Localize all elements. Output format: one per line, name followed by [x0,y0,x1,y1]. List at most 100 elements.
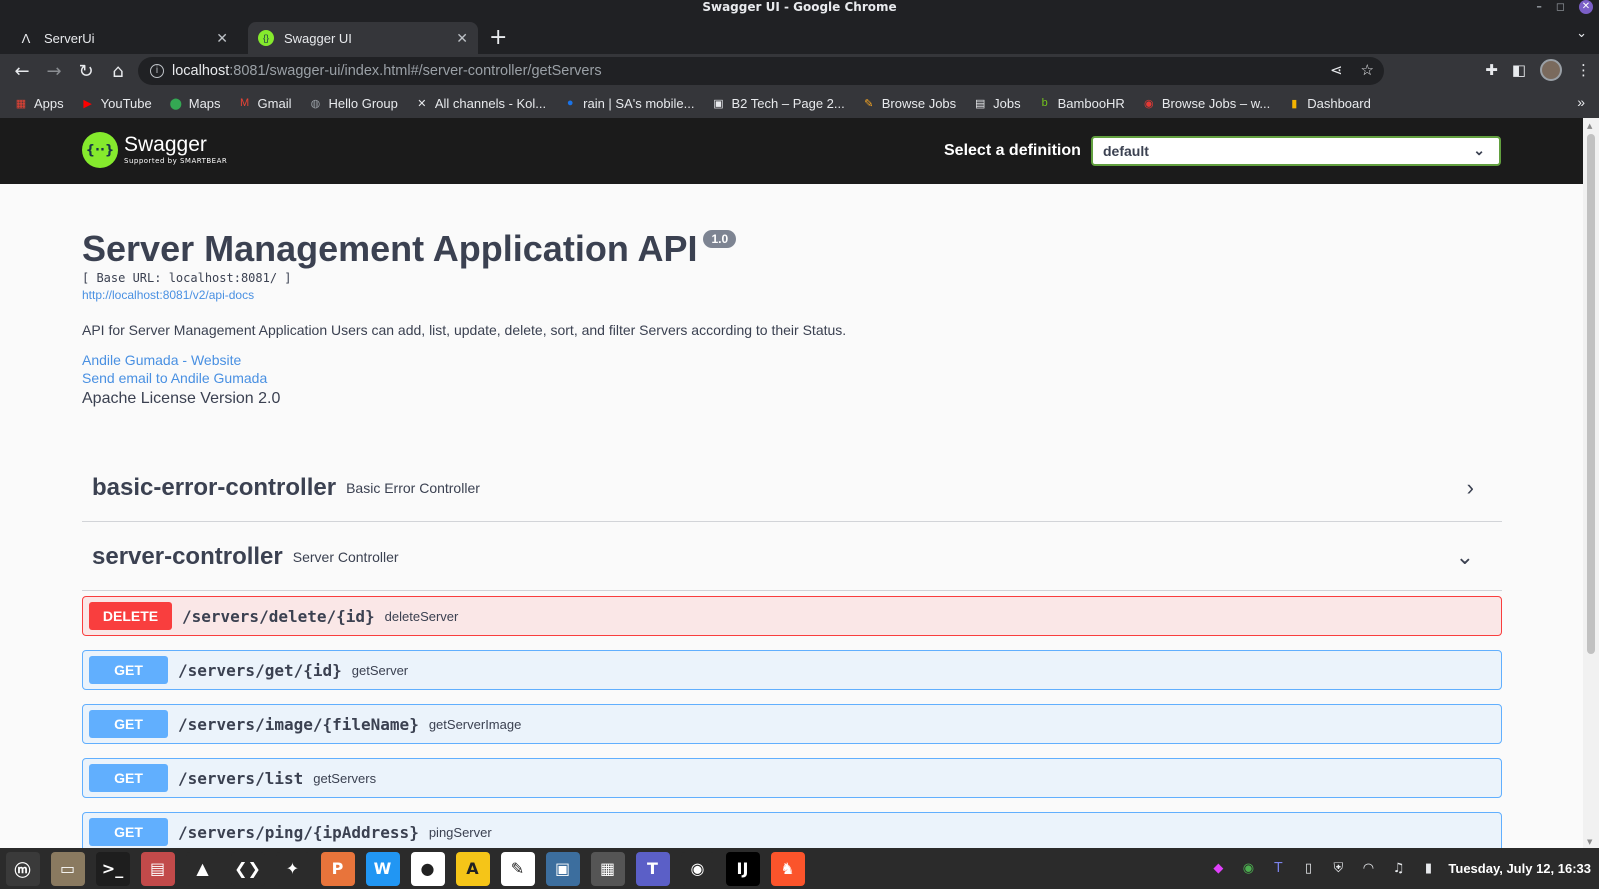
page-scrollbar[interactable]: ▲ ▼ [1583,118,1599,848]
share-icon[interactable]: ⋖ [1330,61,1343,79]
close-tab-icon[interactable]: ✕ [456,30,468,47]
b2-icon: ▣ [713,97,724,110]
address-bar[interactable]: i localhost:8081/swagger-ui/index.html#/… [138,57,1384,85]
vscode-icon[interactable]: ❮❯ [230,851,265,886]
bookmark-item[interactable]: ▶ YouTube [81,96,151,111]
swagger-logo[interactable]: {··} Swagger Supported by SMARTBEAR [82,132,227,168]
definition-select[interactable]: default ⌄ [1091,136,1501,166]
doc-icon: ▤ [974,97,986,110]
presentation-icon[interactable]: P [320,851,355,886]
cube-app-icon[interactable]: ◆ [1208,859,1228,879]
bookmark-item[interactable]: ▦ Apps [14,96,64,111]
apps-grid-icon: ▦ [15,97,27,110]
bookmark-label: Gmail [257,95,292,111]
browser-toolbar: ← → ↻ ⌂ i localhost:8081/swagger-ui/inde… [0,54,1599,88]
chevron-down-icon[interactable]: ⌄ [1456,544,1474,570]
terminal-icon[interactable]: >_ [95,851,130,886]
scroll-down-icon[interactable]: ▼ [1587,838,1592,846]
tag-basic-error-controller[interactable]: basic-error-controller Basic Error Contr… [82,454,1502,522]
menu-icon[interactable]: ⋮ [1576,61,1591,79]
new-tab-button[interactable]: + [489,25,507,50]
side-panel-icon[interactable]: ◧ [1512,61,1526,79]
operation-delete-server[interactable]: DELETE /servers/delete/{id} deleteServer [82,596,1502,636]
operation-path: /servers/list [178,768,304,788]
close-tab-icon[interactable]: ✕ [216,30,228,47]
teams-icon[interactable]: T [635,851,670,886]
vlc-icon[interactable]: ▲ [185,851,220,886]
site-info-icon[interactable]: i [150,64,164,78]
operation-get-server-image[interactable]: GET /servers/image/{fileName} getServerI… [82,704,1502,744]
battery-icon[interactable]: ▮ [1418,859,1438,879]
chrome-icon[interactable]: ◉ [680,851,715,886]
bookmark-item[interactable]: ▤ Jobs [973,96,1021,111]
bookmark-item[interactable]: ⬤ Maps [169,96,221,111]
operation-path: /servers/ping/{ipAddress} [178,822,419,842]
bookmark-item[interactable]: ✎ Browse Jobs [862,96,956,111]
tag-server-controller[interactable]: server-controller Server Controller ⌄ [82,523,1502,591]
chevron-right-icon[interactable]: › [1467,475,1474,501]
toolbar-right: ✚ ◧ ⋮ [1485,59,1591,81]
tab-serverui[interactable]: Λ ServerUi ✕ [8,22,238,54]
close-window-icon[interactable]: ✕ [1579,0,1593,14]
api-docs-link[interactable]: http://localhost:8081/v2/api-docs [82,288,254,302]
calculator-icon[interactable]: ▦ [590,851,625,886]
rain-icon: ● [566,97,574,109]
mint-menu-icon[interactable]: ⓜ [5,851,40,886]
bookmark-item[interactable]: ▮ Dashboard [1287,96,1371,111]
mysql-workbench-icon[interactable]: ✦ [275,851,310,886]
bookmark-item[interactable]: M Gmail [238,96,292,111]
method-badge: DELETE [89,602,172,630]
bookmark-item[interactable]: ◍ Hello Group [308,96,398,111]
forward-icon[interactable]: → [38,61,70,82]
operation-get-server[interactable]: GET /servers/get/{id} getServer [82,650,1502,690]
chrome-tray-icon[interactable]: ◉ [1238,859,1258,879]
shield-icon[interactable]: ⛨ [1328,859,1348,879]
minimize-icon[interactable]: – [1536,0,1542,14]
bookmark-item[interactable]: b BambooHR [1038,96,1125,111]
back-icon[interactable]: ← [6,61,38,82]
writer-icon[interactable]: W [365,851,400,886]
tag-description: Server Controller [292,548,399,565]
wifi-icon[interactable]: ◠ [1358,859,1378,879]
contact-email-link[interactable]: Send email to Andile Gumada [82,370,267,386]
bookmark-item[interactable]: ✕ All channels - Kol... [415,96,546,111]
bookmark-item[interactable]: ▣ B2 Tech – Page 2... [712,96,844,111]
extensions-icon[interactable]: ✚ [1485,61,1498,79]
tab-search-icon[interactable]: ⌄ [1576,26,1587,41]
teams-tray-icon[interactable]: T [1268,859,1288,879]
home-icon[interactable]: ⌂ [102,61,134,82]
window-controls: – ◻ ✕ [1536,0,1593,14]
files-icon[interactable]: ▭ [50,851,85,886]
brave-icon[interactable]: ♞ [770,851,805,886]
more-bookmarks-icon[interactable]: » [1577,94,1585,110]
contact-website-link[interactable]: Andile Gumada - Website [82,352,241,368]
tag-description: Basic Error Controller [346,479,480,496]
sound-icon[interactable]: ♫ [1388,859,1408,879]
maximize-icon[interactable]: ◻ [1556,0,1565,14]
intellij-icon[interactable]: IJ [725,851,760,886]
clipboard-icon[interactable]: ▯ [1298,859,1318,879]
tab-swagger-ui[interactable]: {} Swagger UI ✕ [248,22,478,54]
bookmark-star-icon[interactable]: ☆ [1361,61,1374,79]
scroll-up-icon[interactable]: ▲ [1587,122,1592,130]
reload-icon[interactable]: ↻ [70,61,102,82]
scrollbar-thumb[interactable] [1587,134,1595,654]
bookmark-label: Browse Jobs – w... [1161,95,1271,111]
profile-avatar[interactable] [1540,59,1562,81]
version-badge: 1.0 [703,230,737,248]
mongodb-compass-icon[interactable]: ● [410,851,445,886]
pdf-reader-icon[interactable]: ✎ [500,851,535,886]
bookmark-item[interactable]: ◉ Browse Jobs – w... [1142,96,1270,111]
globe-icon: ◍ [310,97,321,110]
screenshot-icon[interactable]: ▣ [545,851,580,886]
api-title-block: Server Management Application API 1.0 [82,228,737,270]
clock[interactable]: Tuesday, July 12, 16:33 [1448,861,1591,876]
app-yellow-icon[interactable]: A [455,851,490,886]
operation-ping-server[interactable]: GET /servers/ping/{ipAddress} pingServer [82,812,1502,848]
operation-get-servers[interactable]: GET /servers/list getServers [82,758,1502,798]
operation-id: pingServer [428,824,492,840]
bookmark-label: rain | SA's mobile... [583,95,695,111]
notes-icon[interactable]: ▤ [140,851,175,886]
bookmark-item[interactable]: ● rain | SA's mobile... [563,95,695,111]
bookmark-label: Maps [188,95,221,111]
